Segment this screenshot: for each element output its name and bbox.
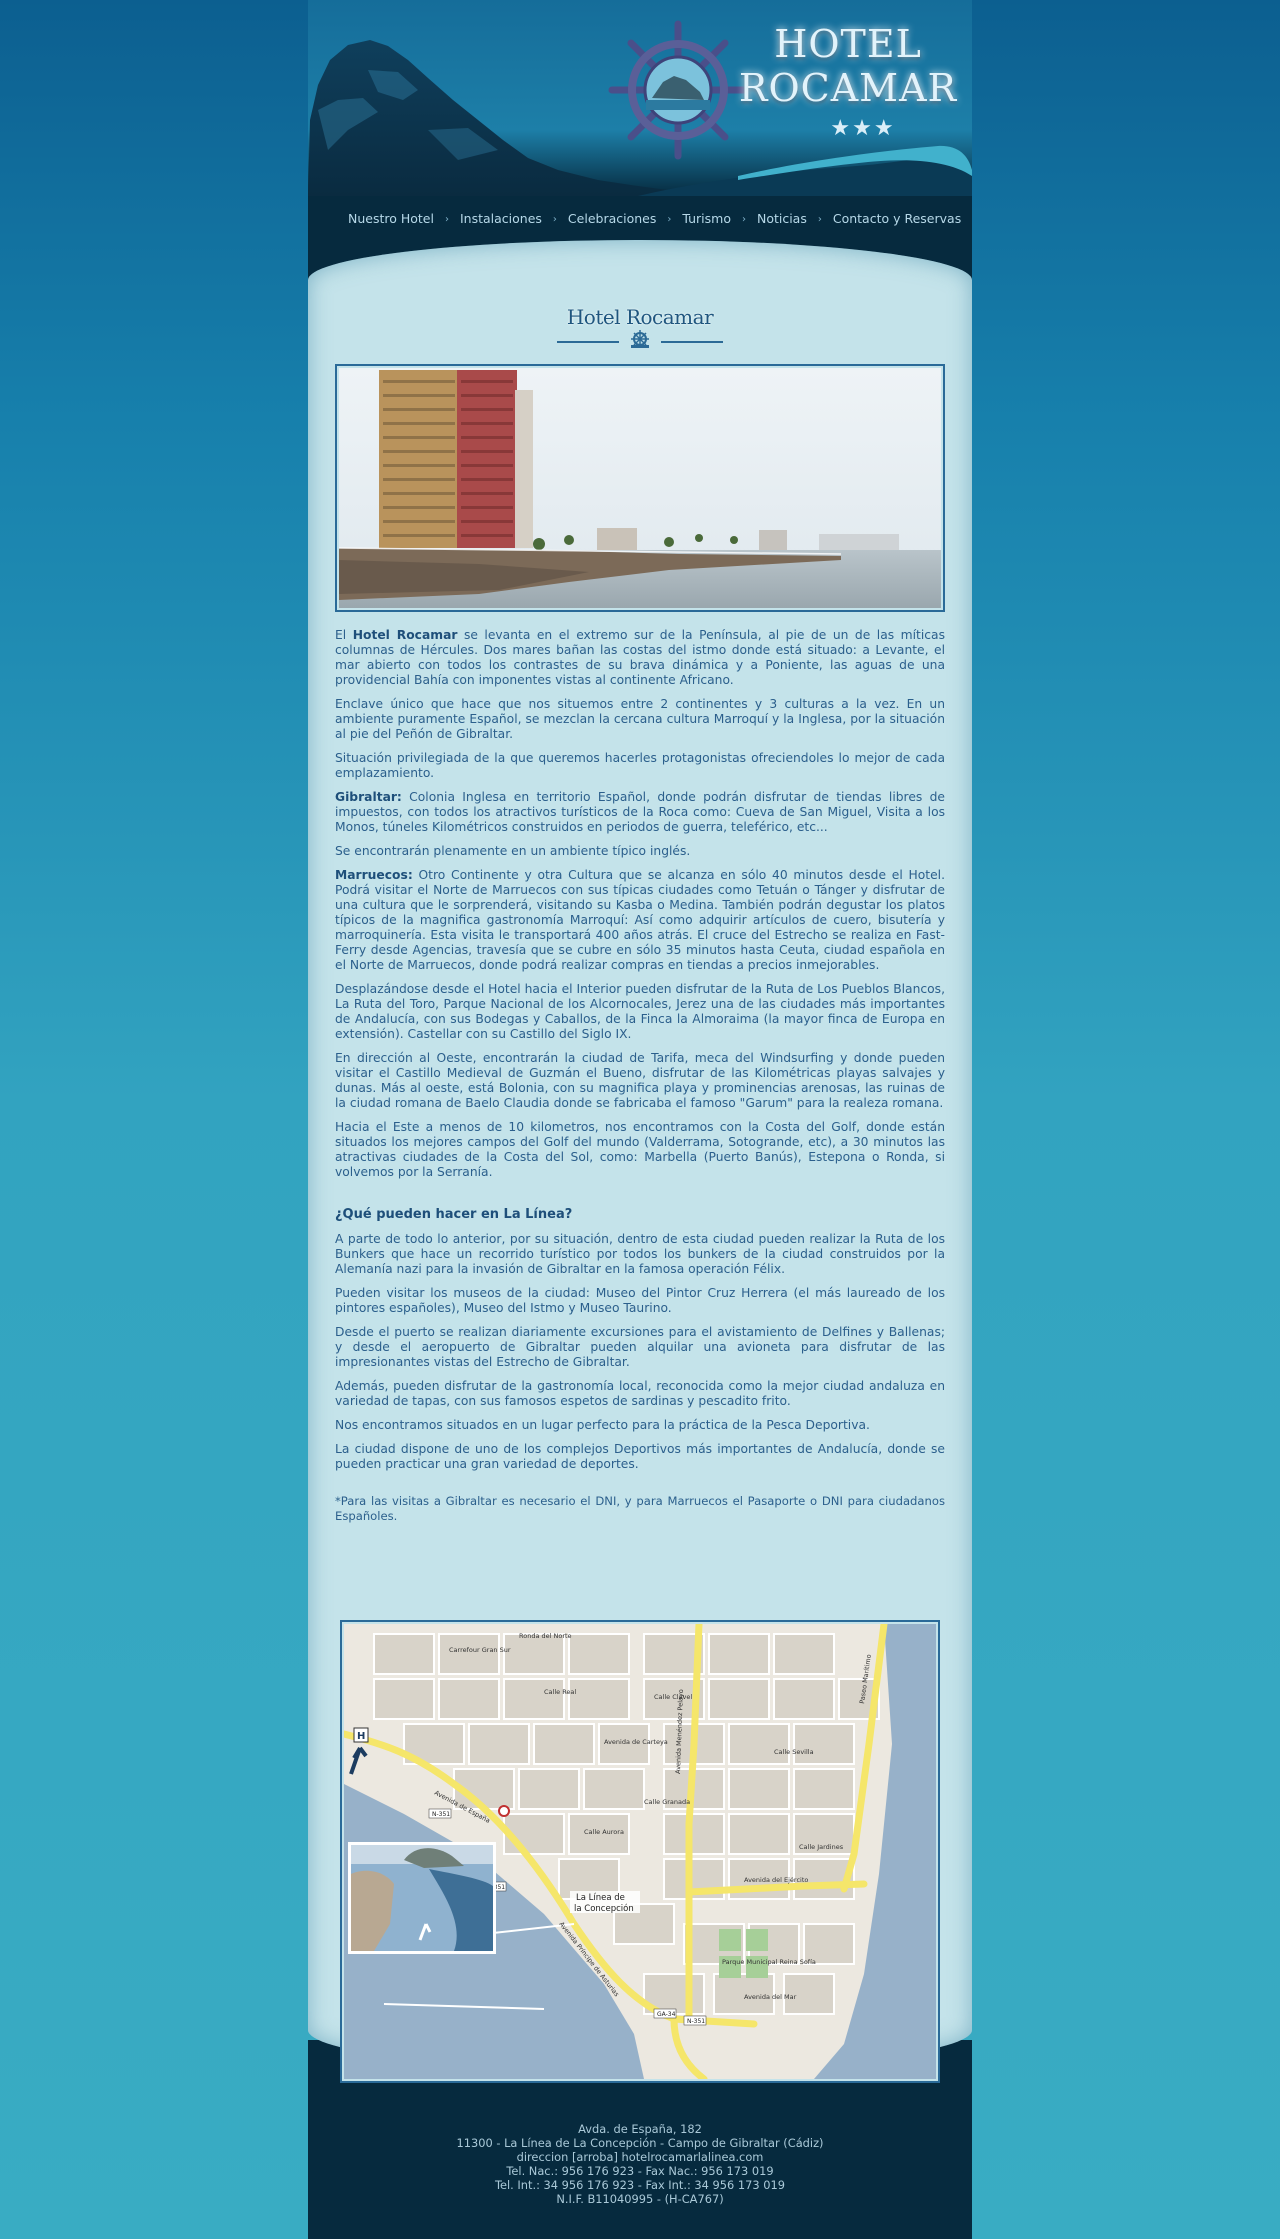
paragraph-deportes: La ciudad dispone de uno de los complejo… [335, 1442, 945, 1471]
section-heading-la-linea: ¿Qué pueden hacer en La Línea? [335, 1207, 573, 1222]
map-street-label: Calle Clavel [654, 1693, 692, 1701]
paragraph-museos: Pueden visitar los museos de la ciudad: … [335, 1286, 945, 1315]
nav-separator: › [817, 213, 822, 225]
nav-item-instalaciones[interactable]: Instalaciones [460, 211, 542, 226]
nav-item-nuestro-hotel[interactable]: Nuestro Hotel [348, 211, 434, 226]
star-rating: ★★★ [830, 116, 896, 141]
map-road-code: N-351 [432, 1811, 450, 1818]
map-city-label-line-1: La Línea de [576, 1893, 625, 1903]
map-street-label: Avenida del Mar [744, 1993, 797, 2001]
content-inner: Hotel Rocamar El Hotel Rocamar se levant… [335, 300, 945, 2083]
paragraph-enclave: Enclave único que hace que nos situemos … [335, 697, 945, 741]
map-street-label: Calle Granada [644, 1798, 690, 1806]
aerial-inset-photo [348, 1842, 496, 1954]
city-street-map: Ronda del Norte Carrefour Gran Sur Aveni… [344, 1624, 936, 2079]
location-map[interactable]: Ronda del Norte Carrefour Gran Sur Aveni… [340, 1620, 940, 2083]
paragraph-gastronomia: Además, pueden disfrutar de la gastronom… [335, 1379, 945, 1408]
map-poi-label: Parque Municipal Reina Sofía [722, 1958, 816, 1966]
map-street-label: Ronda del Norte [519, 1632, 572, 1640]
map-road-code: N-351 [687, 2018, 705, 2025]
travel-document-note: *Para las visitas a Gibraltar es necesar… [335, 1494, 945, 1523]
footer-city: 11300 - La Línea de La Concepción - Camp… [456, 2136, 824, 2150]
hotel-photo-image [339, 368, 941, 608]
footer-phone-national: Tel. Nac.: 956 176 923 - Fax Nac.: 956 1… [506, 2164, 774, 2178]
paragraph-pesca: Nos encontramos situados en un lugar per… [335, 1418, 870, 1432]
nav-item-celebraciones[interactable]: Celebraciones [568, 211, 656, 226]
svg-text:H: H [357, 1731, 365, 1742]
footer-phone-international: Tel. Int.: 34 956 176 923 - Fax Int.: 34… [494, 2178, 786, 2192]
footer-tax-id: N.I.F. B11040995 - (H-CA767) [556, 2192, 724, 2206]
hotel-logo-title[interactable]: HOTEL ROCAMAR [728, 22, 968, 110]
paragraph-interior: Desplazándose desde el Hotel hacia el In… [335, 982, 945, 1041]
ship-wheel-ornament-icon [557, 330, 723, 348]
map-street-label: Calle Jardines [799, 1843, 844, 1851]
map-street-label: Calle Real [544, 1688, 576, 1696]
paragraph-este: Hacia el Este a menos de 10 kilometros, … [335, 1120, 945, 1179]
footer-email[interactable]: direccion [arroba] hotelrocamarlalinea.c… [308, 2150, 972, 2164]
hotel-building-photo [335, 364, 945, 612]
title-line-1: HOTEL [774, 22, 922, 66]
map-poi-marker-icon [498, 1805, 510, 1817]
nav-separator: › [741, 213, 746, 225]
map-street-label: Calle Sevilla [774, 1748, 814, 1756]
footer-address: Avda. de España, 182 [578, 2122, 702, 2136]
paragraph-oeste: En dirección al Oeste, encontrarán la ci… [335, 1051, 945, 1110]
nav-separator: › [552, 213, 557, 225]
map-street-label: Avenida del Ejército [744, 1876, 808, 1884]
map-road-code: GA-34 [657, 2011, 676, 2018]
nav-item-noticias[interactable]: Noticias [757, 211, 807, 226]
nav-separator: › [444, 213, 449, 225]
article-body: El Hotel Rocamar se levanta en el extrem… [335, 628, 945, 1533]
paragraph-bunkers: A parte de todo lo anterior, por su situ… [335, 1232, 945, 1276]
paragraph-excursiones: Desde el puerto se realizan diariamente … [335, 1325, 945, 1369]
main-navigation: Nuestro Hotel › Instalaciones › Celebrac… [308, 196, 972, 240]
map-city-label-line-2: la Concepción [574, 1903, 634, 1914]
hotel-name-bold: Hotel Rocamar [352, 628, 458, 642]
site-footer: Avda. de España, 182 11300 - La Línea de… [308, 2122, 972, 2206]
paragraph-situacion: Situación privilegiada de la que queremo… [335, 751, 945, 780]
map-poi-label: Carrefour Gran Sur [449, 1646, 511, 1654]
nav-item-contacto-reservas[interactable]: Contacto y Reservas [833, 211, 961, 226]
paragraph-ambiente: Se encontrarán plenamente en un ambiente… [335, 844, 691, 858]
page-title: Hotel Rocamar [566, 305, 714, 329]
map-street-label: Calle Aurora [584, 1828, 624, 1836]
paragraph-gibraltar: Gibraltar: Colonia Inglesa en territorio… [335, 790, 945, 834]
content-panel: Hotel Rocamar El Hotel Rocamar se levant… [308, 240, 972, 2083]
paragraph-marruecos: Marruecos: Otro Continente y otra Cultur… [335, 868, 945, 972]
title-line-2: ROCAMAR [738, 66, 958, 110]
site-header: HOTEL ROCAMAR ★★★ [308, 0, 972, 196]
section-title-block: Hotel Rocamar [335, 300, 945, 350]
page-container: HOTEL ROCAMAR ★★★ Nuestro Hotel › Instal… [308, 0, 972, 2239]
nav-item-turismo[interactable]: Turismo [682, 211, 731, 226]
paragraph-intro: El Hotel Rocamar se levanta en el extrem… [335, 628, 945, 687]
ship-wheel-logo-icon [608, 20, 748, 160]
nav-separator: › [667, 213, 672, 225]
map-street-label: Avenida de Carteya [604, 1738, 668, 1746]
